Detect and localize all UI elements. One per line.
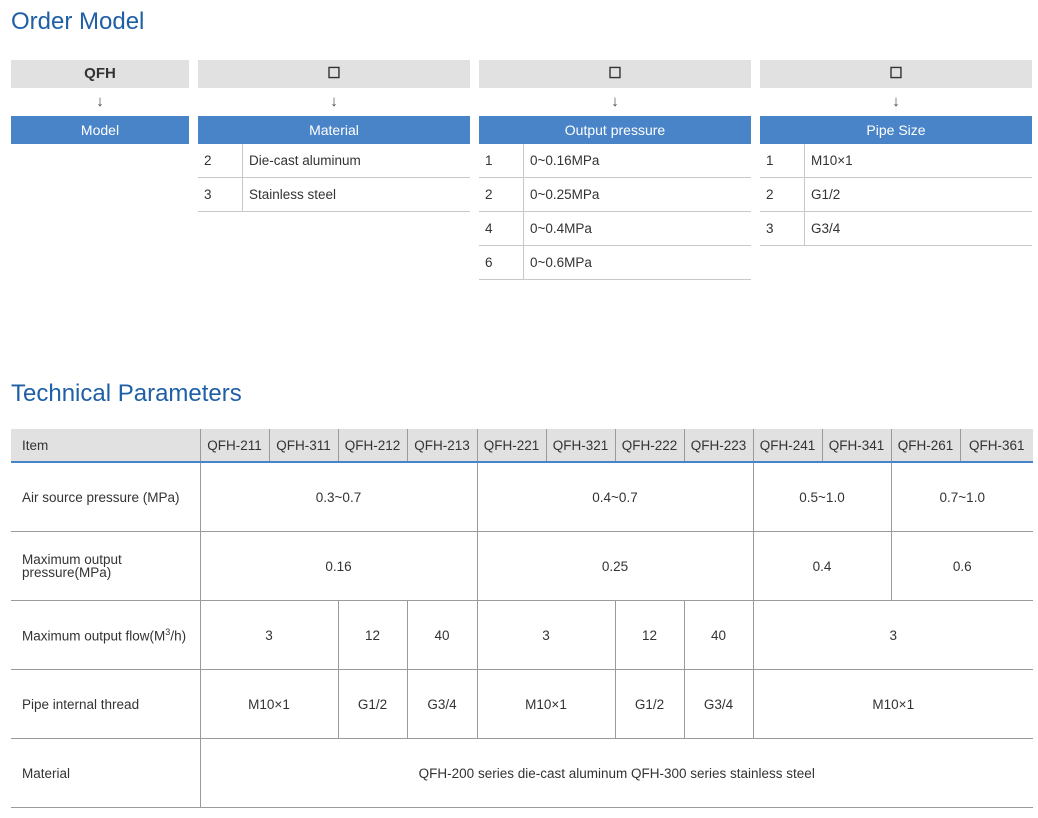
table-cell: G1/2 (614, 669, 684, 739)
header-model: QFH-213 (406, 429, 477, 463)
option-text: 0~0.4MPa (530, 221, 592, 236)
pressure-code-box: ☐ (479, 60, 751, 88)
pipe-size-option: 1 M10×1 (760, 144, 1032, 178)
table-cell: 12 (337, 600, 407, 670)
header-model: QFH-222 (614, 429, 684, 463)
table-cell: 3 (752, 600, 1033, 670)
row-label: Maximum output flow(M3/h) (11, 600, 200, 670)
output-pressure-label: Output pressure (479, 116, 751, 144)
table-cell: 12 (614, 600, 684, 670)
down-arrow-icon: ↓ (892, 93, 900, 110)
option-number: 3 (198, 178, 243, 211)
down-arrow-icon: ↓ (611, 93, 619, 110)
option-number: 1 (479, 144, 524, 177)
option-text: M10×1 (811, 153, 853, 168)
table-cell: G3/4 (683, 669, 753, 739)
table-cell: 3 (476, 600, 615, 670)
option-text: 0~0.16MPa (530, 153, 600, 168)
table-cell: G1/2 (337, 669, 407, 739)
header-model: QFH-361 (959, 429, 1033, 463)
header-model: QFH-241 (752, 429, 822, 463)
order-column-model: QFH ↓ Model (11, 60, 189, 144)
table-header-row: Item QFH-211 QFH-311 QFH-212 QFH-213 QFH… (11, 429, 1033, 463)
order-column-pipe-size: ☐ ↓ Pipe Size 1 M10×1 2 G1/2 3 G3/4 (760, 60, 1032, 246)
table-cell: 0.16 (199, 531, 477, 601)
table-row-material: Material QFH-200 series die-cast aluminu… (11, 738, 1033, 808)
header-model: QFH-221 (476, 429, 546, 463)
option-number: 1 (760, 144, 805, 177)
table-cell: 40 (406, 600, 477, 670)
option-text: Stainless steel (249, 187, 337, 202)
table-cell: 0.4 (752, 531, 891, 601)
table-row-max-output-pressure: Maximum output pressure(MPa) 0.16 0.25 0… (11, 531, 1033, 601)
table-cell: 0.25 (476, 531, 753, 601)
option-number: 6 (479, 246, 524, 279)
pipe-size-option: 2 G1/2 (760, 178, 1032, 212)
down-arrow-icon: ↓ (96, 93, 104, 110)
row-label-text: /h) (170, 628, 187, 644)
header-model: QFH-211 (199, 429, 269, 463)
option-text: 0~0.6MPa (530, 255, 592, 270)
table-cell: QFH-200 series die-cast aluminum QFH-300… (199, 738, 1033, 808)
option-number: 3 (760, 212, 805, 245)
header-model: QFH-311 (268, 429, 338, 463)
option-text: G3/4 (811, 221, 841, 236)
row-label: Material (11, 738, 200, 808)
table-cell: 0.3~0.7 (199, 462, 477, 532)
row-label: Air source pressure (MPa) (11, 462, 200, 532)
table-cell: M10×1 (752, 669, 1033, 739)
option-number: 2 (760, 178, 805, 211)
pipe-size-code-box: ☐ (760, 60, 1032, 88)
material-code-box: ☐ (198, 60, 470, 88)
technical-parameters-title: Technical Parameters (11, 380, 242, 407)
option-text: 0~0.25MPa (530, 187, 600, 202)
option-text: Die-cast aluminum (249, 153, 361, 168)
order-model-title: Order Model (11, 8, 145, 35)
model-label: Model (11, 116, 189, 144)
table-cell: 3 (199, 600, 338, 670)
down-arrow-icon: ↓ (330, 93, 338, 110)
pipe-size-option: 3 G3/4 (760, 212, 1032, 246)
option-number: 2 (479, 178, 524, 211)
model-code: QFH (11, 60, 189, 88)
header-model: QFH-321 (545, 429, 615, 463)
table-cell: 0.4~0.7 (476, 462, 753, 532)
header-item: Item (11, 429, 200, 463)
header-model: QFH-212 (337, 429, 407, 463)
header-model: QFH-341 (821, 429, 891, 463)
table-row-air-source-pressure: Air source pressure (MPa) 0.3~0.7 0.4~0.… (11, 462, 1033, 532)
technical-parameters-table: Item QFH-211 QFH-311 QFH-212 QFH-213 QFH… (11, 429, 1033, 808)
option-number: 4 (479, 212, 524, 245)
table-cell: 0.5~1.0 (752, 462, 891, 532)
table-cell: M10×1 (199, 669, 338, 739)
pressure-option: 4 0~0.4MPa (479, 212, 751, 246)
row-label: Maximum output pressure(MPa) (11, 531, 200, 601)
order-column-output-pressure: ☐ ↓ Output pressure 1 0~0.16MPa 2 0~0.25… (479, 60, 751, 280)
row-label-line: pressure(MPa) (22, 565, 112, 580)
order-column-material: ☐ ↓ Material 2 Die-cast aluminum 3 Stain… (198, 60, 470, 212)
row-label-text: Maximum output flow(M (22, 628, 166, 644)
table-cell: 0.6 (890, 531, 1033, 601)
table-cell: 0.7~1.0 (890, 462, 1033, 532)
pressure-option: 2 0~0.25MPa (479, 178, 751, 212)
header-model: QFH-223 (683, 429, 753, 463)
option-text: G1/2 (811, 187, 841, 202)
material-label: Material (198, 116, 470, 144)
table-cell: 40 (683, 600, 753, 670)
option-number: 2 (198, 144, 243, 177)
pipe-size-label: Pipe Size (760, 116, 1032, 144)
table-cell: M10×1 (476, 669, 615, 739)
pressure-option: 6 0~0.6MPa (479, 246, 751, 280)
pressure-option: 1 0~0.16MPa (479, 144, 751, 178)
header-model: QFH-261 (890, 429, 960, 463)
table-cell: G3/4 (406, 669, 477, 739)
material-option: 3 Stainless steel (198, 178, 470, 212)
table-row-pipe-internal-thread: Pipe internal thread M10×1 G1/2 G3/4 M10… (11, 669, 1033, 739)
material-option: 2 Die-cast aluminum (198, 144, 470, 178)
table-row-max-output-flow: Maximum output flow(M3/h) 3 12 40 3 12 4… (11, 600, 1033, 670)
row-label: Pipe internal thread (11, 669, 200, 739)
